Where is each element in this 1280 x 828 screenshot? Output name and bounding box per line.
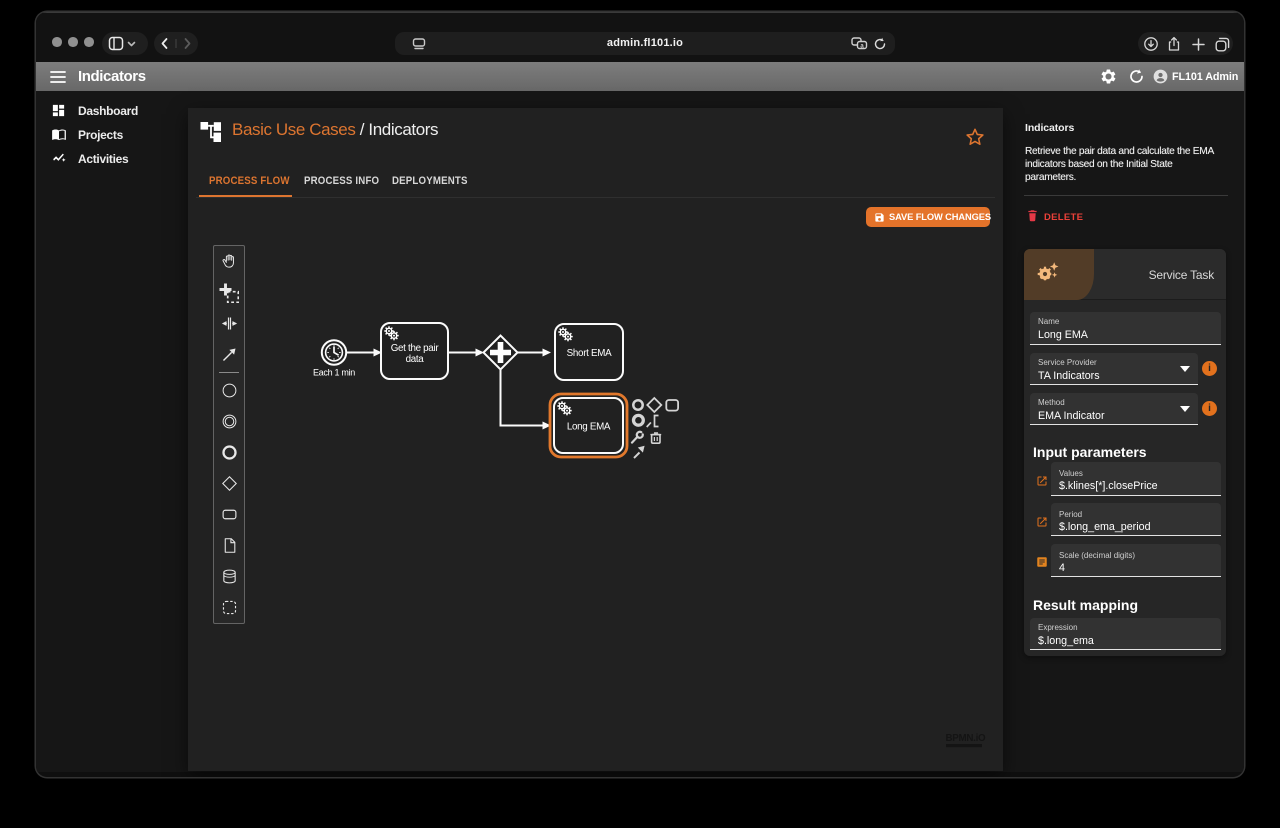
svg-text:Long EMA: Long EMA (567, 422, 611, 433)
svg-text:Short EMA: Short EMA (567, 348, 612, 359)
svg-text:Each 1 min: Each 1 min (313, 368, 355, 378)
svg-text:Get the pair: Get the pair (391, 343, 440, 354)
svg-text:data: data (406, 354, 425, 365)
svg-text:BPMN.iO: BPMN.iO (946, 733, 986, 744)
